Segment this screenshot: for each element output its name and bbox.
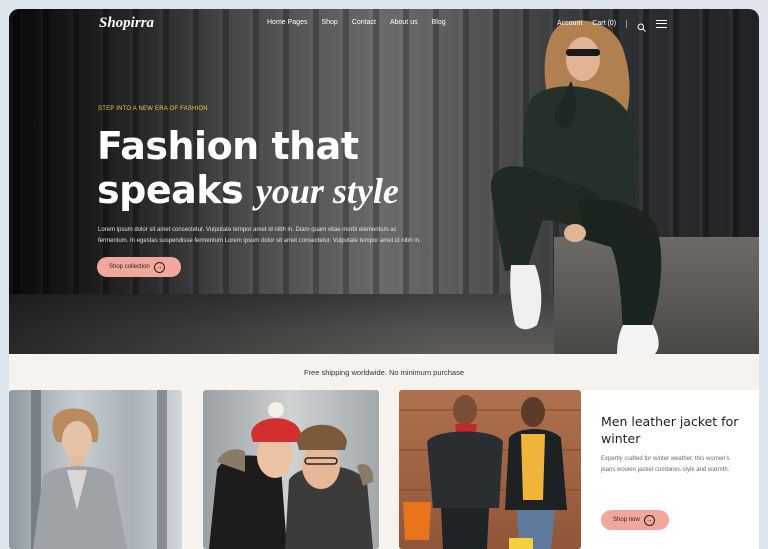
product-image-jackets [399,395,581,549]
shipping-banner: Free shipping worldwide. No minimum purc… [303,367,465,377]
product-card-jackets[interactable] [399,390,581,549]
nav-item-about-us[interactable]: About us [390,19,418,26]
brand-logo[interactable]: Shopirra [99,15,154,32]
page-frame: Shopirra Home Pages Shop Contact About u… [9,9,759,549]
hamburger-menu-icon[interactable] [656,19,668,28]
nav-item-blog[interactable]: Blog [432,19,446,26]
headline-line-2: speaks [97,168,244,212]
shop-collection-label: Shop collection [109,264,150,270]
nav-actions: Account Cart (0) [557,19,668,32]
shop-collection-button[interactable]: Shop collection → [97,257,181,277]
headline-line-1: Fashion that [97,124,359,168]
promo-description: Expertly crafted for winter weather, thi… [601,456,730,473]
nav-item-home-pages[interactable]: Home Pages [267,19,307,26]
product-image-beanies [209,402,374,549]
shop-now-button[interactable]: Shop now → [601,510,669,530]
hero-headline: Fashion that speaks your style [97,124,399,213]
hero-description-line-1: Lorem ipsum dolor sit amet consectetur. … [98,227,397,233]
hero-description: Lorem ipsum dolor sit amet consectetur. … [98,225,458,247]
product-card-beanies[interactable] [203,390,379,549]
arrow-right-icon: → [153,261,165,273]
product-image-blazer [33,408,127,549]
cart-link[interactable]: Cart (0) [592,20,616,27]
nav-divider [626,19,628,28]
arrow-right-icon: → [643,514,655,526]
hero-banner: Shopirra Home Pages Shop Contact About u… [9,9,759,354]
promo-panel: Men leather jacket for winter Expertly c… [581,390,759,549]
nav-item-shop[interactable]: Shop [321,19,337,26]
main-menu: Home Pages Shop Contact About us Blog [267,19,446,26]
account-link[interactable]: Account [557,20,582,27]
product-card-blazer[interactable] [9,390,182,549]
nav-item-contact[interactable]: Contact [352,19,376,26]
shop-now-label: Shop now [613,517,640,523]
hero-description-line-2: fermentum. In egestas suspendisse fermen… [98,238,421,244]
top-navigation: Shopirra Home Pages Shop Contact About u… [9,9,759,37]
promo-title: Men leather jacket for winter [601,414,739,446]
search-icon[interactable] [637,19,646,32]
headline-script: your style [255,171,399,211]
hero-model-image [490,20,662,354]
hero-eyebrow: STEP INTO A NEW ERA OF FASHION [98,106,208,112]
